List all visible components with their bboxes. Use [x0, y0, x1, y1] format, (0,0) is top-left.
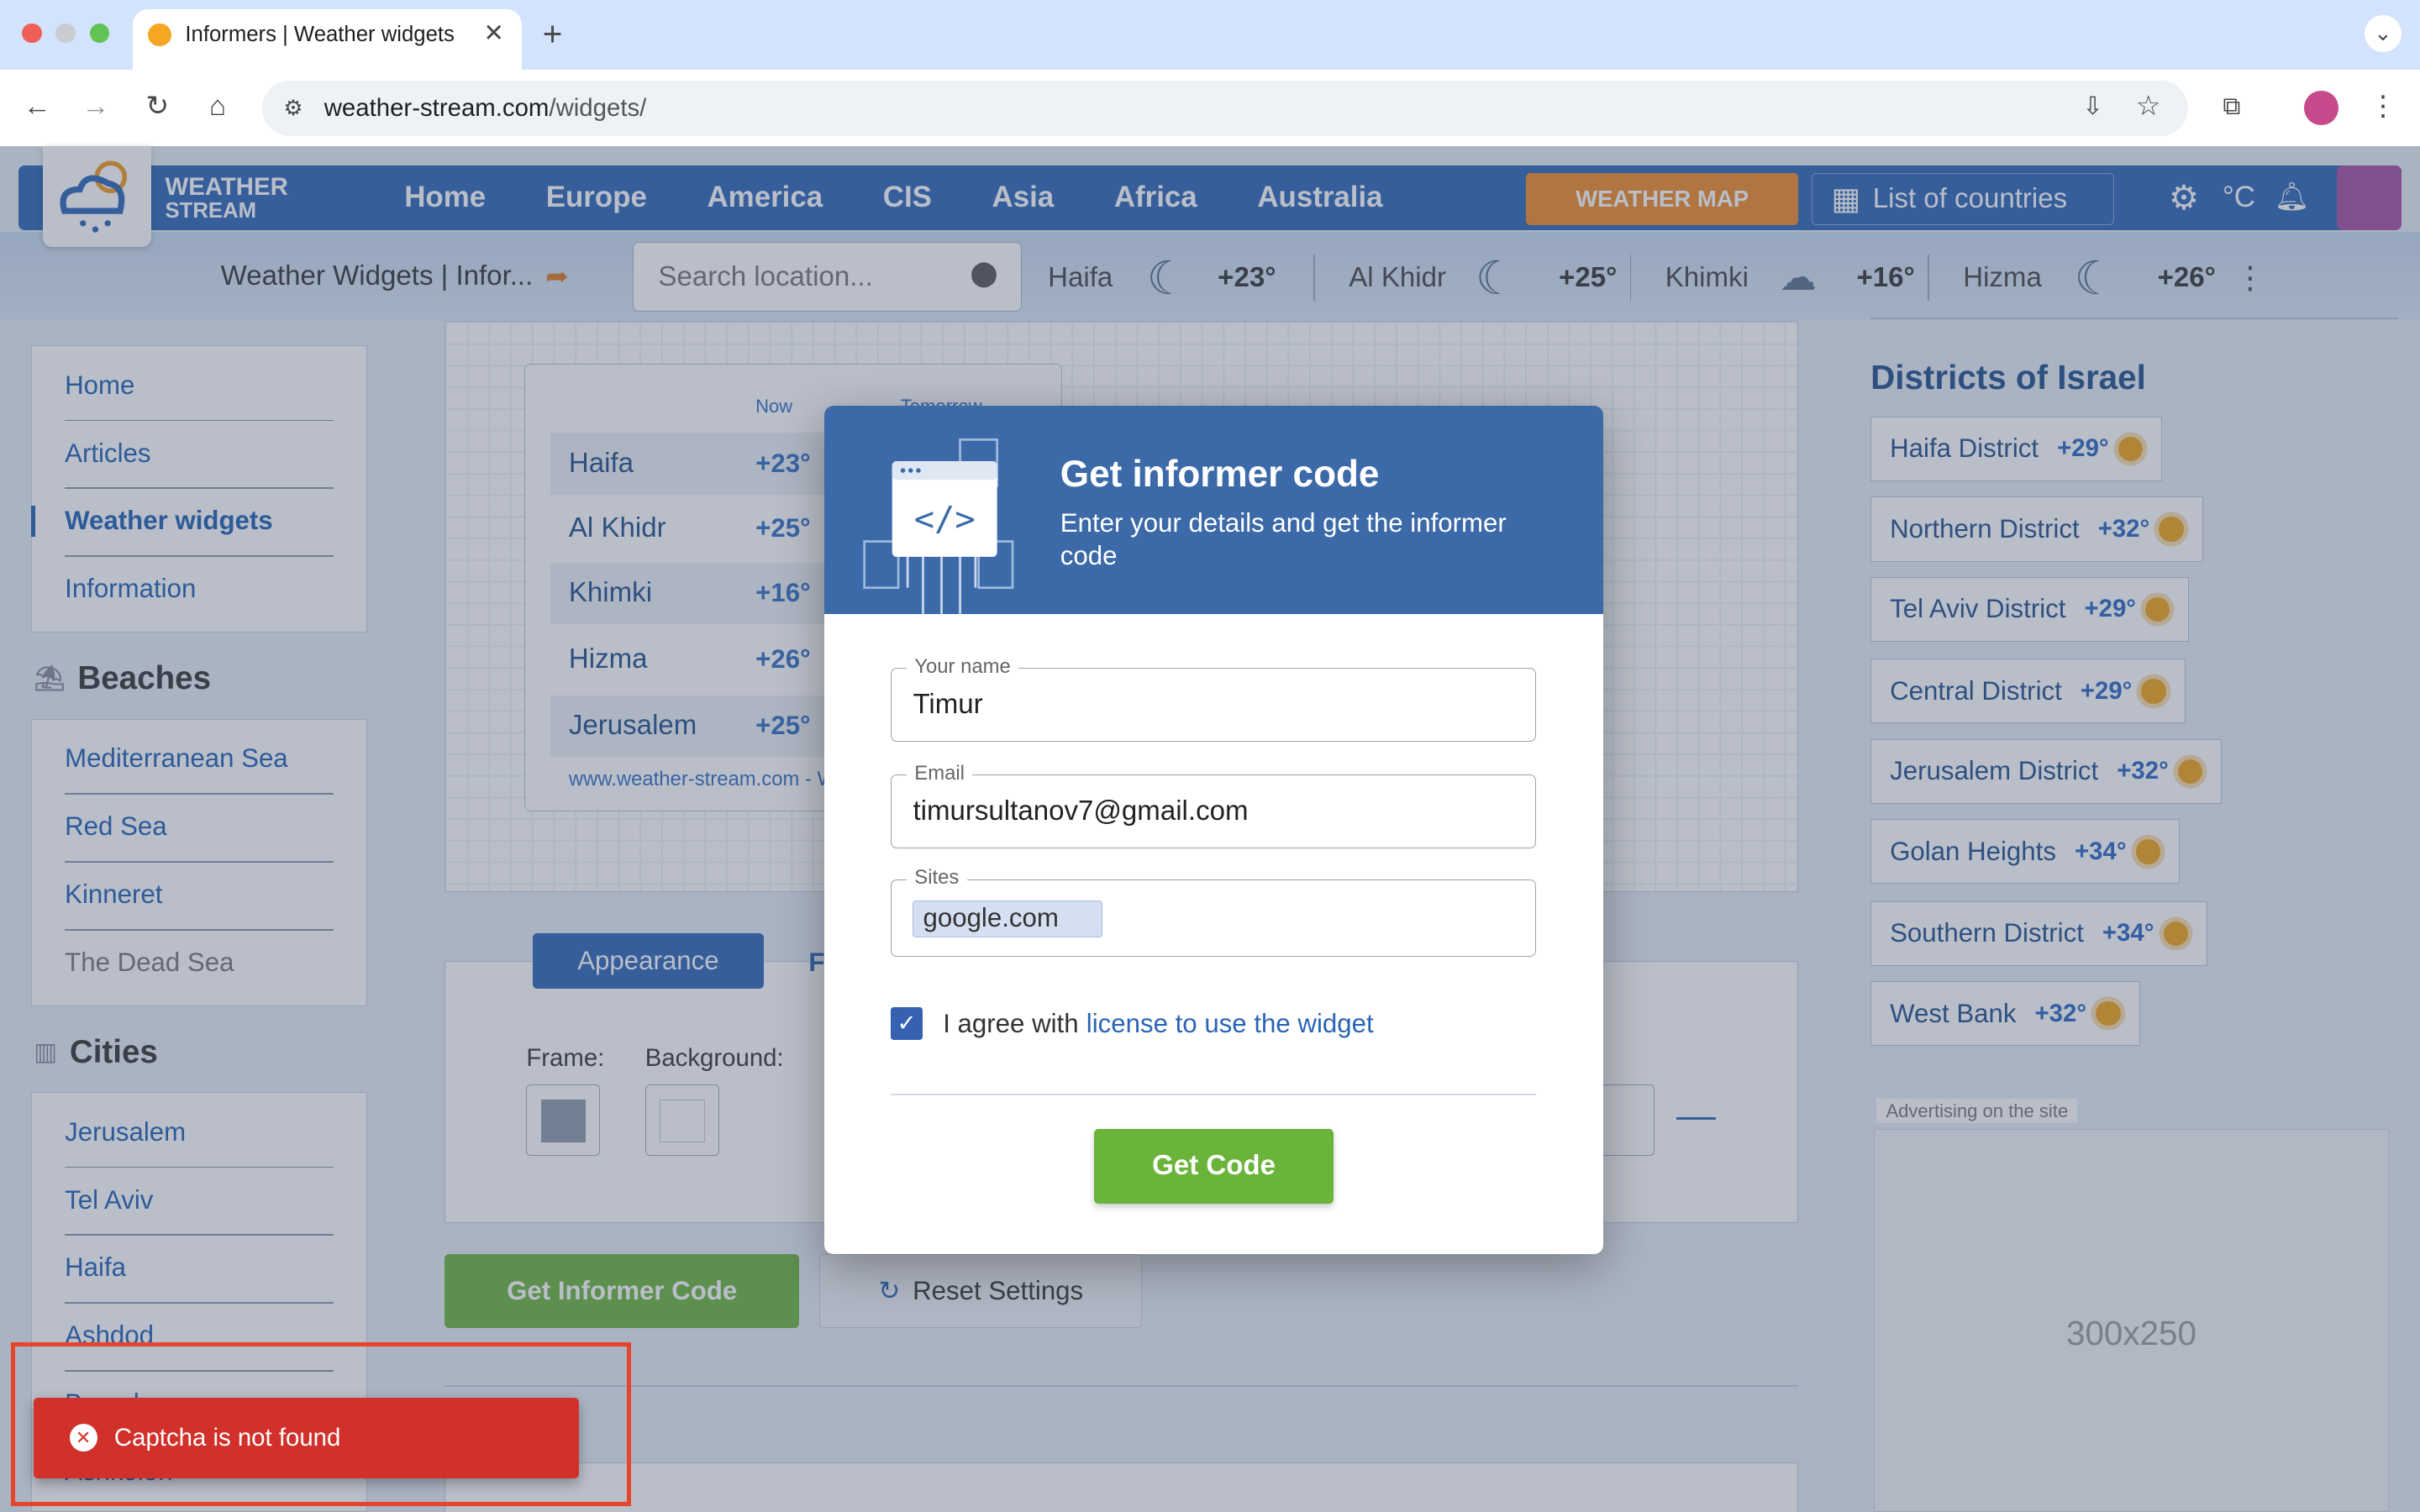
code-illustration-icon: </>: [863, 438, 1014, 614]
agree-text: I agree with: [943, 1008, 1079, 1038]
sun-favicon-icon: [148, 23, 171, 47]
sites-field[interactable]: Sites google.com: [890, 866, 1536, 957]
license-agreement: ✓ I agree with license to use the widget: [890, 1007, 1374, 1040]
install-app-icon[interactable]: ⇩: [2075, 88, 2112, 125]
back-icon[interactable]: ←: [18, 88, 55, 125]
extensions-icon[interactable]: ⧉: [2213, 88, 2250, 125]
tab-search-chevron-icon[interactable]: ⌄: [2364, 15, 2402, 53]
minimize-window-button[interactable]: [55, 23, 76, 44]
close-window-button[interactable]: [21, 23, 42, 44]
name-value[interactable]: Timur: [913, 689, 982, 721]
forward-icon[interactable]: →: [77, 88, 114, 125]
email-label: Email: [907, 761, 973, 785]
browser-tab[interactable]: Informers | Weather widgets: [132, 9, 522, 70]
close-tab-icon[interactable]: ✕: [476, 15, 513, 52]
site-chip[interactable]: google.com: [913, 900, 1103, 937]
get-code-button[interactable]: Get Code: [1094, 1129, 1334, 1204]
new-tab-icon[interactable]: +: [534, 15, 571, 52]
bookmark-star-icon[interactable]: ☆: [2130, 88, 2167, 125]
modal-subtitle: Enter your details and get the informer …: [1060, 508, 1507, 570]
error-toast: ✕ Captcha is not found: [34, 1398, 579, 1478]
browser-menu-icon[interactable]: ⋮: [2365, 88, 2402, 125]
modal-title: Get informer code: [1060, 453, 1380, 495]
email-field[interactable]: Email timursultanov7@gmail.com: [890, 761, 1536, 849]
error-x-icon[interactable]: ✕: [69, 1424, 97, 1452]
address-bar[interactable]: ⚙ weather-stream.com/widgets/: [262, 80, 2189, 136]
url-path: /widgets/: [549, 93, 647, 122]
site-settings-icon[interactable]: ⚙: [275, 90, 312, 127]
sites-label: Sites: [907, 866, 967, 890]
url-host: weather-stream.com: [324, 93, 550, 122]
name-label: Your name: [907, 654, 1018, 679]
name-field[interactable]: Your name Timur: [890, 654, 1536, 743]
reload-icon[interactable]: ↻: [139, 88, 176, 125]
toast-message: Captcha is not found: [113, 1423, 341, 1452]
tab-title: Informers | Weather widgets: [185, 23, 455, 47]
license-link[interactable]: license to use the widget: [1086, 1009, 1374, 1039]
modal-header: </> Get informer code Enter your details…: [823, 406, 1604, 614]
divider: [890, 1094, 1536, 1096]
profile-avatar[interactable]: [2304, 91, 2338, 125]
svg-text:</>: </>: [914, 499, 976, 539]
home-icon[interactable]: ⌂: [199, 88, 236, 125]
agree-checkbox[interactable]: ✓: [890, 1007, 923, 1040]
email-value[interactable]: timursultanov7@gmail.com: [913, 795, 1248, 827]
informer-code-modal: </> Get informer code Enter your details…: [823, 406, 1604, 1255]
